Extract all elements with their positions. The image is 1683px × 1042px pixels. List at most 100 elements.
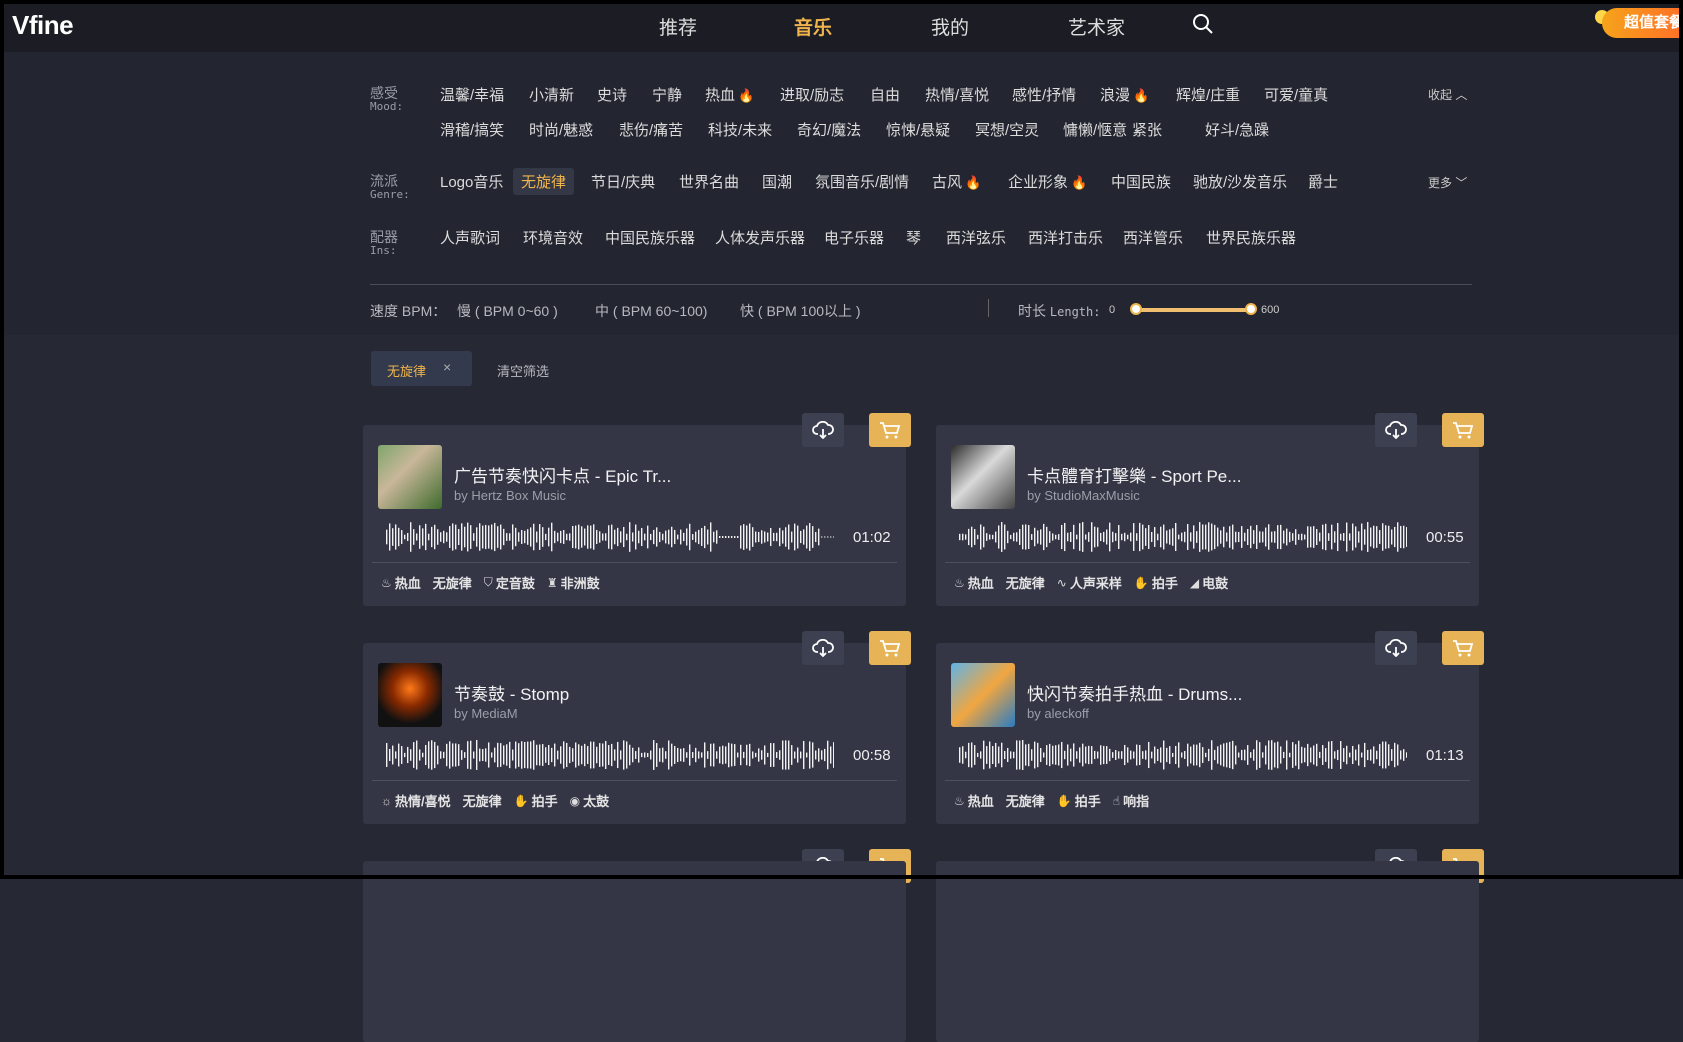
length-slider-start-handle[interactable] bbox=[1130, 303, 1142, 315]
nav-mine[interactable]: 我的 bbox=[931, 13, 969, 40]
filter-tag[interactable]: Logo音乐 bbox=[432, 168, 511, 195]
download-button[interactable] bbox=[802, 631, 844, 665]
bpm-fast[interactable]: 快 ( BPM 100以上 ) bbox=[740, 301, 861, 321]
filter-tag[interactable]: 节日/庆典 bbox=[583, 168, 663, 195]
add-to-cart-button[interactable] bbox=[1442, 413, 1484, 447]
waveform[interactable] bbox=[959, 739, 1407, 771]
filter-tag[interactable]: 自由 bbox=[862, 81, 908, 108]
logo[interactable]: Vfine bbox=[12, 10, 74, 41]
promo-button[interactable]: 超值套餐 bbox=[1602, 8, 1683, 38]
track-tag[interactable]: ☼ 热情/喜悦 bbox=[381, 791, 451, 810]
waveform[interactable] bbox=[959, 521, 1407, 553]
filter-tag[interactable]: 电子乐器 bbox=[816, 224, 892, 251]
add-to-cart-button[interactable] bbox=[1442, 631, 1484, 665]
filter-tag[interactable]: 奇幻/魔法 bbox=[789, 116, 869, 143]
filter-tag[interactable]: 冥想/空灵 bbox=[967, 116, 1047, 143]
track-tag[interactable]: 无旋律 bbox=[1006, 573, 1045, 592]
track-card[interactable] bbox=[363, 861, 906, 1042]
track-tag[interactable]: 无旋律 bbox=[1006, 791, 1045, 810]
more-toggle[interactable]: 更多 ﹀ bbox=[1428, 174, 1467, 191]
filter-tag[interactable]: 可爱/童真 bbox=[1256, 81, 1336, 108]
track-tag[interactable]: 无旋律 bbox=[433, 573, 472, 592]
filter-tag[interactable]: 科技/未来 bbox=[700, 116, 780, 143]
filter-tag[interactable]: 西洋管乐 bbox=[1115, 224, 1191, 251]
filter-tag[interactable]: 好斗/急躁 bbox=[1197, 116, 1277, 143]
filter-tag[interactable]: 浪漫 🔥 bbox=[1092, 81, 1157, 108]
track-tag[interactable]: ∿ 人声采样 bbox=[1057, 573, 1122, 592]
track-card[interactable]: 快闪节奏拍手热血 - Drums... by aleckoff 01:13 ♨ 热血 无旋… bbox=[936, 643, 1479, 824]
filter-tag[interactable]: 西洋弦乐 bbox=[938, 224, 1014, 251]
track-card[interactable]: 节奏鼓 - Stomp by MediaM 00:58 ☼ 热情/喜悦 无旋律 ✋ 拍手 ◉ 太鼓 bbox=[363, 643, 906, 824]
filter-tag[interactable]: 国潮 bbox=[754, 168, 800, 195]
filter-tag[interactable]: 热血 🔥 bbox=[697, 81, 762, 108]
download-button[interactable] bbox=[1375, 631, 1417, 665]
track-title[interactable]: 节奏鼓 - Stomp bbox=[454, 680, 569, 705]
filter-tag[interactable]: 无旋律 bbox=[513, 168, 575, 195]
track-card[interactable] bbox=[936, 861, 1479, 1042]
filter-tag[interactable]: 时尚/魅惑 bbox=[521, 116, 601, 143]
track-tag[interactable]: ☝ 响指 bbox=[1113, 791, 1149, 810]
filter-tag[interactable]: 环境音效 bbox=[515, 224, 591, 251]
filter-tag[interactable]: 热情/喜悦 bbox=[917, 81, 997, 108]
filter-tag[interactable]: 史诗 bbox=[589, 81, 635, 108]
track-tag[interactable]: ✋ 拍手 bbox=[1057, 791, 1101, 810]
track-artist[interactable]: by StudioMaxMusic bbox=[1027, 488, 1140, 503]
track-card[interactable]: 卡点體育打擊樂 - Sport Pe... by StudioMaxMusic 00… bbox=[936, 425, 1479, 606]
filter-tag[interactable]: 宁静 bbox=[644, 81, 690, 108]
length-slider-track[interactable] bbox=[1136, 308, 1251, 312]
track-tag[interactable]: ◉ 太鼓 bbox=[570, 791, 610, 810]
track-tag[interactable]: ♨ 热血 bbox=[954, 573, 994, 592]
filter-tag[interactable]: 世界名曲 bbox=[671, 168, 747, 195]
filter-tag[interactable]: 进取/励志 bbox=[772, 81, 852, 108]
bpm-medium[interactable]: 中 ( BPM 60~100) bbox=[595, 301, 707, 321]
filter-tag[interactable]: 悲伤/痛苦 bbox=[611, 116, 691, 143]
filter-tag[interactable]: 惊悚/悬疑 bbox=[878, 116, 958, 143]
waveform[interactable] bbox=[386, 521, 834, 553]
track-cover[interactable] bbox=[951, 445, 1015, 509]
search-icon[interactable] bbox=[1192, 13, 1214, 35]
filter-tag[interactable]: 小清新 bbox=[521, 81, 582, 108]
track-tag[interactable]: ♨ 热血 bbox=[954, 791, 994, 810]
filter-tag[interactable]: 感性/抒情 bbox=[1004, 81, 1084, 108]
add-to-cart-button[interactable] bbox=[869, 631, 911, 665]
track-artist[interactable]: by Hertz Box Music bbox=[454, 488, 566, 503]
track-tag[interactable]: ⛉ 定音鼓 bbox=[484, 573, 535, 592]
clear-filters-link[interactable]: 清空筛选 bbox=[497, 361, 549, 380]
filter-tag[interactable]: 驰放/沙发音乐 bbox=[1185, 168, 1295, 195]
close-icon[interactable]: × bbox=[443, 359, 451, 375]
filter-tag[interactable]: 温馨/幸福 bbox=[432, 81, 512, 108]
filter-tag[interactable]: 紧张 bbox=[1124, 116, 1170, 143]
filter-tag[interactable]: 辉煌/庄重 bbox=[1168, 81, 1248, 108]
filter-tag[interactable]: 氛围音乐/剧情 bbox=[807, 168, 917, 195]
track-tag[interactable]: ♨ 热血 bbox=[381, 573, 421, 592]
nav-artists[interactable]: 艺术家 bbox=[1068, 13, 1125, 40]
filter-tag[interactable]: 人体发声乐器 bbox=[707, 224, 813, 251]
download-button[interactable] bbox=[802, 413, 844, 447]
filter-tag[interactable]: 企业形象 🔥 bbox=[1000, 168, 1095, 195]
bpm-slow[interactable]: 慢 ( BPM 0~60 ) bbox=[457, 301, 558, 321]
filter-tag[interactable]: 中国民族乐器 bbox=[597, 224, 703, 251]
track-tag[interactable]: ♜ 非洲鼓 bbox=[547, 573, 600, 592]
track-tag[interactable]: ◢ 电鼓 bbox=[1190, 573, 1228, 592]
filter-tag[interactable]: 滑稽/搞笑 bbox=[432, 116, 512, 143]
length-slider-end-handle[interactable] bbox=[1245, 303, 1257, 315]
download-button[interactable] bbox=[1375, 413, 1417, 447]
waveform[interactable] bbox=[386, 739, 834, 771]
track-cover[interactable] bbox=[378, 663, 442, 727]
track-title[interactable]: 快闪节奏拍手热血 - Drums... bbox=[1027, 680, 1242, 705]
nav-music[interactable]: 音乐 bbox=[794, 13, 832, 40]
add-to-cart-button[interactable] bbox=[869, 413, 911, 447]
filter-tag[interactable]: 古风 🔥 bbox=[924, 168, 989, 195]
track-card[interactable]: 广告节奏快闪卡点 - Epic Tr... by Hertz Box Music 0… bbox=[363, 425, 906, 606]
track-tag[interactable]: ✋ 拍手 bbox=[1134, 573, 1178, 592]
active-filter-chip[interactable]: 无旋律 × bbox=[371, 351, 472, 386]
track-artist[interactable]: by MediaM bbox=[454, 706, 518, 721]
collapse-toggle[interactable]: 收起 ︿ bbox=[1428, 86, 1467, 103]
filter-tag[interactable]: 爵士 bbox=[1300, 168, 1346, 195]
track-tag[interactable]: 无旋律 bbox=[463, 791, 502, 810]
filter-tag[interactable]: 西洋打击乐 bbox=[1020, 224, 1111, 251]
filter-tag[interactable]: 世界民族乐器 bbox=[1198, 224, 1304, 251]
track-title[interactable]: 广告节奏快闪卡点 - Epic Tr... bbox=[454, 462, 671, 487]
filter-tag[interactable]: 中国民族 bbox=[1103, 168, 1179, 195]
filter-tag[interactable]: 琴 bbox=[898, 224, 929, 251]
